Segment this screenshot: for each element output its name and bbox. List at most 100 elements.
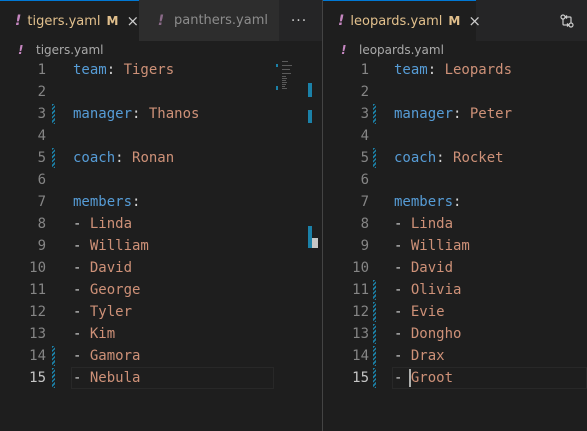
line-number[interactable]: 14 xyxy=(0,348,46,364)
line-number[interactable]: 6 xyxy=(0,172,46,188)
line-number[interactable]: 9 xyxy=(323,238,369,254)
list-dash: - xyxy=(73,282,90,298)
yaml-value: Olivia xyxy=(410,282,462,298)
line-number[interactable]: 7 xyxy=(323,194,369,210)
compare-changes-button[interactable] xyxy=(555,0,579,41)
line-number[interactable]: 14 xyxy=(323,348,369,364)
close-icon[interactable]: × xyxy=(127,12,140,30)
modified-line-gutter-marker[interactable] xyxy=(373,302,376,322)
modified-line-gutter-marker[interactable] xyxy=(52,148,55,168)
code-text: - Gamora xyxy=(73,348,140,364)
more-actions-button[interactable]: ··· xyxy=(287,0,311,41)
line-number[interactable]: 12 xyxy=(323,304,369,320)
yaml-key: coach xyxy=(394,150,437,166)
line-number[interactable]: 8 xyxy=(0,216,46,232)
yaml-value: William xyxy=(410,238,470,254)
line-number[interactable]: 15 xyxy=(0,370,46,386)
tab-leopards-yaml[interactable]: ! leopards.yaml M × xyxy=(323,0,481,41)
code-line[interactable]: 10 - David xyxy=(0,257,322,279)
code-editor[interactable]: 1 team: Tigers 2 3 manager: Thanos 4 5 coach: R… xyxy=(0,59,322,431)
line-number[interactable]: 1 xyxy=(323,62,369,78)
code-line[interactable]: 10 - David xyxy=(323,257,587,279)
scrollbar-thumb[interactable] xyxy=(312,238,318,248)
line-number[interactable]: 3 xyxy=(323,106,369,122)
tab-bar: ! tigers.yaml M × ! panthers.yaml ··· xyxy=(0,0,322,41)
modified-line-gutter-marker[interactable] xyxy=(373,324,376,344)
line-number[interactable]: 12 xyxy=(0,304,46,320)
code-line[interactable]: 13 - Kim xyxy=(0,323,322,345)
modified-line-gutter-marker[interactable] xyxy=(52,368,55,388)
breadcrumb-file[interactable]: leopards.yaml xyxy=(359,43,444,57)
line-number[interactable]: 13 xyxy=(323,326,369,342)
line-number[interactable]: 11 xyxy=(0,282,46,298)
code-line[interactable]: 13 - Dongho xyxy=(323,323,587,345)
line-number[interactable]: 5 xyxy=(0,150,46,166)
code-line[interactable]: 1 team: Leopards xyxy=(323,59,587,81)
code-line[interactable]: 2 xyxy=(323,81,587,103)
code-line[interactable]: 3 manager: Peter xyxy=(323,103,587,125)
overview-ruler[interactable] xyxy=(308,59,322,431)
code-line[interactable]: 9 - William xyxy=(0,235,322,257)
modified-line-gutter-marker[interactable] xyxy=(52,346,55,366)
line-number[interactable]: 4 xyxy=(0,128,46,144)
tab-label: leopards.yaml xyxy=(350,13,443,29)
code-line[interactable]: 14 - Drax xyxy=(323,345,587,367)
code-line[interactable]: 12 - Evie xyxy=(323,301,587,323)
yaml-key: team xyxy=(73,62,107,78)
code-line[interactable]: 4 xyxy=(0,125,322,147)
close-icon[interactable]: × xyxy=(468,12,481,30)
line-number[interactable]: 1 xyxy=(0,62,46,78)
code-line[interactable]: 12 - Tyler xyxy=(0,301,322,323)
code-line[interactable]: 7 members: xyxy=(0,191,322,213)
breadcrumb-file[interactable]: tigers.yaml xyxy=(36,43,104,57)
minimap[interactable] xyxy=(274,59,304,99)
line-number[interactable]: 15 xyxy=(323,370,369,386)
code-text: manager: Peter xyxy=(394,106,512,122)
line-number[interactable]: 5 xyxy=(323,150,369,166)
modified-line-gutter-marker[interactable] xyxy=(373,280,376,300)
tab-panthers-yaml[interactable]: ! panthers.yaml xyxy=(139,0,279,41)
line-number[interactable]: 3 xyxy=(0,106,46,122)
code-line[interactable]: 5 coach: Rocket xyxy=(323,147,587,169)
code-line[interactable]: 8 - Linda xyxy=(323,213,587,235)
line-number[interactable]: 10 xyxy=(323,260,369,276)
yaml-value: Tigers xyxy=(123,62,175,78)
breadcrumb: ! tigers.yaml xyxy=(0,41,322,59)
line-number[interactable]: 6 xyxy=(323,172,369,188)
line-number[interactable]: 10 xyxy=(0,260,46,276)
line-number[interactable]: 2 xyxy=(323,84,369,100)
code-line[interactable]: 7 members: xyxy=(323,191,587,213)
code-line[interactable]: 8 - Linda xyxy=(0,213,322,235)
line-number[interactable]: 11 xyxy=(323,282,369,298)
code-line[interactable]: 15 - Nebula xyxy=(0,367,322,389)
code-line[interactable]: 6 xyxy=(0,169,322,191)
modified-line-gutter-marker[interactable] xyxy=(373,368,376,388)
code-line[interactable]: 11 - Olivia xyxy=(323,279,587,301)
line-number[interactable]: 13 xyxy=(0,326,46,342)
list-dash: - xyxy=(73,326,90,342)
modified-line-gutter-marker[interactable] xyxy=(373,148,376,168)
code-line[interactable]: 9 - William xyxy=(323,235,587,257)
tab-tigers-yaml[interactable]: ! tigers.yaml M × xyxy=(0,0,139,41)
line-number[interactable]: 2 xyxy=(0,84,46,100)
modified-line-gutter-marker[interactable] xyxy=(373,346,376,366)
code-line[interactable]: 3 manager: Thanos xyxy=(0,103,322,125)
code-line[interactable]: 15 - Groot xyxy=(323,367,587,389)
line-number[interactable]: 9 xyxy=(0,238,46,254)
code-line[interactable]: 14 - Gamora xyxy=(0,345,322,367)
yaml-value: David xyxy=(89,260,133,276)
yaml-value: Thanos xyxy=(148,106,200,122)
line-number[interactable]: 8 xyxy=(323,216,369,232)
code-line[interactable]: 6 xyxy=(323,169,587,191)
code-line[interactable]: 11 - George xyxy=(0,279,322,301)
code-editor[interactable]: 1 team: Leopards 2 3 manager: Peter 4 5 coach: … xyxy=(323,59,587,431)
line-number[interactable]: 4 xyxy=(323,128,369,144)
code-line[interactable]: 4 xyxy=(323,125,587,147)
modified-line-gutter-marker[interactable] xyxy=(373,104,376,124)
modified-line-gutter-marker[interactable] xyxy=(52,104,55,124)
line-number[interactable]: 7 xyxy=(0,194,46,210)
list-dash: - xyxy=(73,304,90,320)
code-text: - Linda xyxy=(394,216,453,232)
code-line[interactable]: 5 coach: Ronan xyxy=(0,147,322,169)
yaml-key: members xyxy=(394,194,454,210)
